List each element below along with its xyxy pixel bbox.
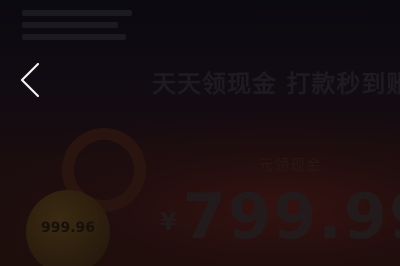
reward-label: 元领现金 [258, 156, 323, 174]
back-button[interactable] [14, 60, 48, 100]
status-bar-line [22, 22, 118, 28]
status-bar-line [22, 34, 126, 40]
reward-amount: 799.99 [182, 180, 400, 253]
coin-value: 999.96 [40, 220, 96, 236]
status-bar [22, 6, 142, 42]
page-title: 天天领现金 打款秒到账 [152, 70, 400, 98]
currency-symbol: ¥ [160, 208, 177, 236]
chevron-left-icon [20, 62, 40, 98]
reward-price: ¥799.99 [160, 180, 400, 253]
coin-graphic: 999.96 [18, 128, 148, 266]
status-bar-line [22, 10, 132, 16]
app-screen: 天天领现金 打款秒到账 999.96 元领现金 ¥799.99 [0, 0, 400, 266]
